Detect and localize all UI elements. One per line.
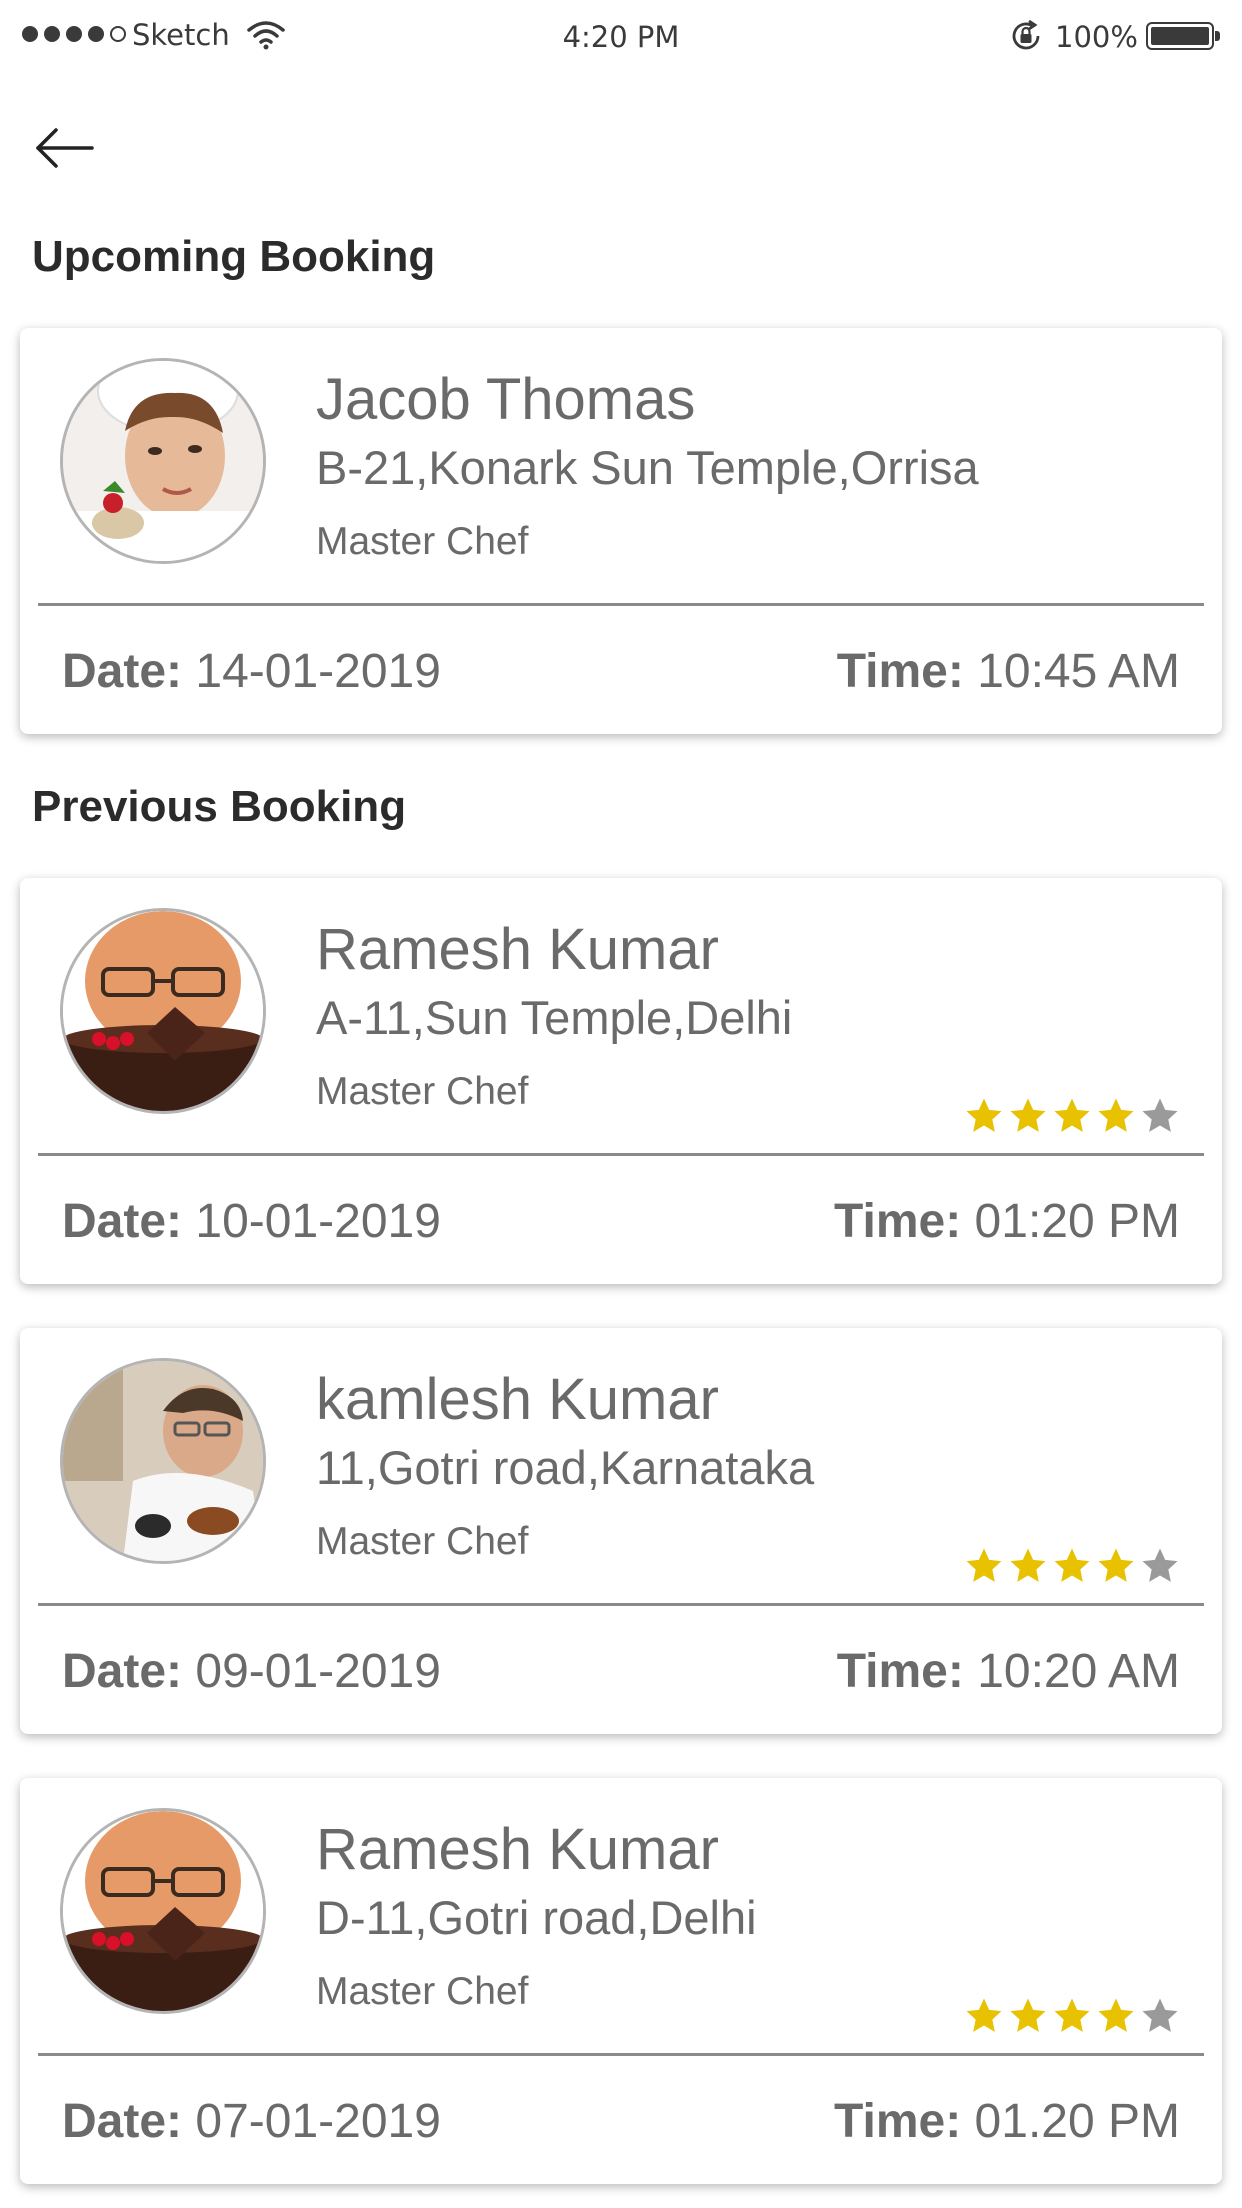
card-divider	[38, 1153, 1204, 1156]
star-rating	[964, 1996, 1180, 2036]
chef-role: Master Chef	[316, 520, 529, 563]
date-label: Date:	[62, 1645, 183, 1698]
booking-time: Time: 10:45 AM	[837, 644, 1180, 699]
booking-date: Date: 14-01-2019	[62, 644, 441, 699]
battery-percentage: 100%	[1055, 20, 1138, 54]
booking-date: Date: 07-01-2019	[62, 2094, 441, 2149]
star-empty-icon	[1142, 1098, 1178, 1132]
chef-avatar	[60, 1808, 266, 2014]
star-filled-icon	[1010, 1548, 1046, 1582]
chef-avatar	[60, 908, 266, 1114]
chef-address: A-11,Sun Temple,Delhi	[316, 991, 793, 1044]
star-filled-icon	[966, 1098, 1002, 1132]
booking-time: Time: 01:20 PM	[834, 1194, 1180, 1249]
date-label: Date:	[62, 2095, 183, 2148]
card-divider	[38, 603, 1204, 606]
chef-name: Ramesh Kumar	[316, 917, 719, 982]
star-rating	[964, 1546, 1180, 1586]
status-bar: Sketch 4:20 PM 100%	[0, 0, 1242, 76]
previous-booking-card[interactable]: kamlesh Kumar 11,Gotri road,Karnataka Ma…	[20, 1328, 1222, 1734]
star-filled-icon	[966, 1998, 1002, 2032]
chef-address: 11,Gotri road,Karnataka	[316, 1441, 815, 1494]
time-label: Time:	[836, 1645, 964, 1698]
star-filled-icon	[1098, 1548, 1134, 1582]
upcoming-booking-card[interactable]: Jacob Thomas B-21,Konark Sun Temple,Orri…	[20, 328, 1222, 734]
time-label: Time:	[834, 1195, 962, 1248]
previous-booking-heading: Previous Booking	[32, 782, 407, 831]
time-value: 01.20 PM	[974, 2095, 1180, 2148]
star-filled-icon	[966, 1548, 1002, 1582]
chef-avatar	[60, 358, 266, 564]
star-filled-icon	[1054, 1098, 1090, 1132]
time-value: 01:20 PM	[974, 1195, 1180, 1248]
chef-name: Ramesh Kumar	[316, 1817, 719, 1882]
time-label: Time:	[836, 645, 964, 698]
date-value: 14-01-2019	[195, 645, 441, 698]
card-divider	[38, 2053, 1204, 2056]
card-divider	[38, 1603, 1204, 1606]
chef-role: Master Chef	[316, 1520, 529, 1563]
booking-time: Time: 10:20 AM	[837, 1644, 1180, 1699]
star-filled-icon	[1098, 1998, 1134, 2032]
time-value: 10:45 AM	[977, 645, 1180, 698]
booking-time: Time: 01.20 PM	[834, 2094, 1180, 2149]
rotation-lock-icon	[1008, 18, 1044, 58]
chef-name: kamlesh Kumar	[316, 1367, 719, 1432]
date-value: 07-01-2019	[195, 2095, 441, 2148]
previous-booking-card[interactable]: Ramesh Kumar D-11,Gotri road,Delhi Maste…	[20, 1778, 1222, 2184]
back-arrow-icon	[36, 128, 94, 168]
chef-address: B-21,Konark Sun Temple,Orrisa	[316, 441, 979, 494]
star-filled-icon	[1010, 1098, 1046, 1132]
star-filled-icon	[1098, 1098, 1134, 1132]
date-value: 09-01-2019	[195, 1645, 441, 1698]
date-value: 10-01-2019	[195, 1195, 441, 1248]
chef-role: Master Chef	[316, 1970, 529, 2013]
booking-date: Date: 09-01-2019	[62, 1644, 441, 1699]
chef-avatar	[60, 1358, 266, 1564]
chef-address: D-11,Gotri road,Delhi	[316, 1891, 757, 1944]
star-empty-icon	[1142, 1548, 1178, 1582]
chef-role: Master Chef	[316, 1070, 529, 1113]
previous-booking-card[interactable]: Ramesh Kumar A-11,Sun Temple,Delhi Maste…	[20, 878, 1222, 1284]
star-filled-icon	[1054, 1548, 1090, 1582]
chef-name: Jacob Thomas	[316, 367, 696, 432]
time-value: 10:20 AM	[977, 1645, 1180, 1698]
star-filled-icon	[1010, 1998, 1046, 2032]
star-empty-icon	[1142, 1998, 1178, 2032]
date-label: Date:	[62, 1195, 183, 1248]
star-filled-icon	[1054, 1998, 1090, 2032]
date-label: Date:	[62, 645, 183, 698]
time-label: Time:	[834, 2095, 962, 2148]
star-rating	[964, 1096, 1180, 1136]
booking-date: Date: 10-01-2019	[62, 1194, 441, 1249]
battery-icon	[1146, 22, 1220, 50]
back-button[interactable]	[30, 120, 100, 176]
upcoming-booking-heading: Upcoming Booking	[32, 232, 436, 281]
